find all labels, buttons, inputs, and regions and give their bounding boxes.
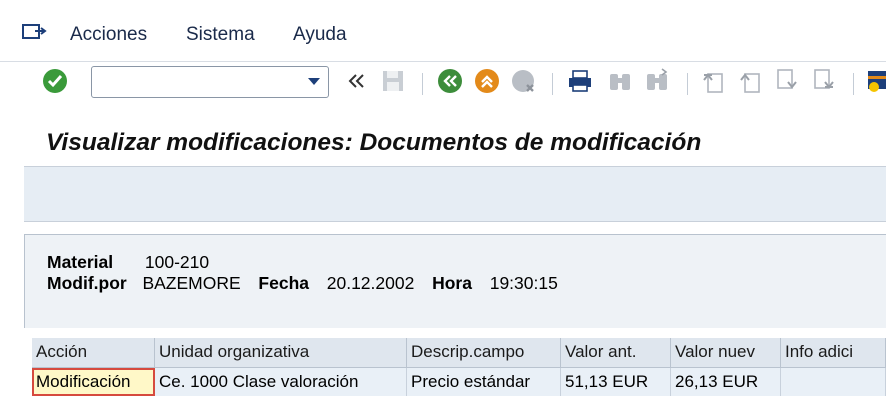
fecha-label: Fecha <box>258 273 309 293</box>
save-icon[interactable] <box>380 68 406 94</box>
print-icon[interactable] <box>567 68 593 94</box>
header-info-box: Material 100-210 Modif.por BAZEMORE Fech… <box>24 234 886 328</box>
find-next-icon[interactable] <box>644 68 670 94</box>
material-label: Material <box>47 252 114 272</box>
material-row: Material 100-210 <box>47 252 209 273</box>
title-bar: Visualizar modificaciones: Documentos de… <box>24 120 886 167</box>
menu-acciones[interactable]: Acciones <box>70 24 147 46</box>
menu-bar: Acciones Sistema Ayuda <box>0 0 886 62</box>
toolbar-separator <box>687 73 688 95</box>
create-session-icon[interactable] <box>864 68 886 94</box>
back-icon[interactable] <box>437 68 463 94</box>
table-cell-descrip[interactable]: Precio estándar <box>407 368 561 396</box>
toolbar-separator <box>422 73 423 95</box>
enter-icon[interactable] <box>42 68 68 94</box>
table-cell-info-adici[interactable] <box>781 368 886 396</box>
column-header-accion[interactable]: Acción <box>32 338 155 368</box>
chevron-down-icon[interactable] <box>308 78 320 85</box>
menu-icon[interactable] <box>22 22 48 42</box>
first-page-icon[interactable] <box>700 68 726 94</box>
table-cell-valor-nuev[interactable]: 26,13 EUR <box>671 368 781 396</box>
column-header-descrip[interactable]: Descrip.campo <box>407 338 561 368</box>
next-page-icon[interactable] <box>774 68 800 94</box>
menu-ayuda[interactable]: Ayuda <box>293 24 347 46</box>
menu-sistema[interactable]: Sistema <box>186 24 255 46</box>
fecha-value: 20.12.2002 <box>326 273 415 293</box>
exit-icon[interactable] <box>474 68 500 94</box>
hora-value: 19:30:15 <box>489 273 558 293</box>
changes-table: Acción Unidad organizativa Descrip.campo… <box>32 338 886 407</box>
column-header-info-adici[interactable]: Info adici <box>781 338 886 368</box>
modif-value: BAZEMORE <box>142 273 241 293</box>
table-cell-unidad[interactable]: Ce. 1000 Clase valoración <box>155 368 407 396</box>
modif-label: Modif.por <box>47 273 127 293</box>
toolbar-separator <box>853 73 854 95</box>
table-cell-accion[interactable]: Modificación <box>32 368 155 396</box>
column-header-valor-ant[interactable]: Valor ant. <box>561 338 671 368</box>
page-title: Visualizar modificaciones: Documentos de… <box>46 129 702 156</box>
toolbar-separator <box>552 73 553 95</box>
column-header-unidad[interactable]: Unidad organizativa <box>155 338 407 368</box>
back-arrows-icon[interactable] <box>344 68 370 94</box>
hora-label: Hora <box>432 273 472 293</box>
table-cell-valor-ant[interactable]: 51,13 EUR <box>561 368 671 396</box>
previous-page-icon[interactable] <box>737 68 763 94</box>
column-header-valor-nuev[interactable]: Valor nuev <box>671 338 781 368</box>
material-value: 100-210 <box>144 252 210 272</box>
last-page-icon[interactable] <box>811 68 837 94</box>
command-field[interactable] <box>91 66 329 98</box>
modif-row: Modif.por BAZEMORE Fecha 20.12.2002 Hora… <box>47 273 558 294</box>
cancel-icon[interactable] <box>511 68 537 94</box>
application-toolbar <box>24 167 886 222</box>
find-icon[interactable] <box>607 68 633 94</box>
